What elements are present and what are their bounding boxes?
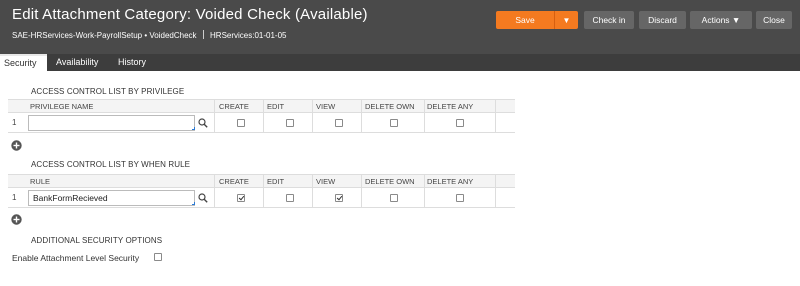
column-header-edit: EDIT bbox=[267, 177, 285, 186]
check-in-button[interactable]: Check in bbox=[584, 11, 634, 29]
column-divider bbox=[424, 100, 425, 112]
edit-checkbox[interactable] bbox=[286, 119, 294, 127]
header-bar: Edit Attachment Category: Voided Check (… bbox=[0, 0, 800, 54]
column-header-delete-own: DELETE OWN bbox=[365, 177, 415, 186]
column-divider bbox=[361, 175, 362, 187]
resize-handle-icon bbox=[192, 202, 195, 205]
row-number: 1 bbox=[12, 193, 17, 202]
column-divider bbox=[495, 188, 496, 208]
column-header-create: CREATE bbox=[219, 177, 249, 186]
tab-bar: Security Availability History bbox=[0, 54, 800, 71]
column-header-privilege-name: PRIVILEGE NAME bbox=[30, 102, 94, 111]
column-divider bbox=[214, 100, 215, 112]
column-divider bbox=[361, 113, 362, 133]
privilege-section-title: ACCESS CONTROL LIST BY PRIVILEGE bbox=[31, 87, 185, 96]
column-header-rule: RULE bbox=[30, 177, 51, 186]
enable-attachment-security-checkbox[interactable] bbox=[154, 253, 162, 261]
column-divider bbox=[361, 100, 362, 112]
delete-any-checkbox[interactable] bbox=[456, 119, 464, 127]
column-header-edit: EDIT bbox=[267, 102, 285, 111]
column-divider bbox=[263, 175, 264, 187]
edit-checkbox[interactable] bbox=[286, 194, 294, 202]
breadcrumb: SAE-HRServices-Work-PayrollSetup • Voide… bbox=[12, 30, 287, 40]
column-divider bbox=[263, 188, 264, 208]
column-header-view: VIEW bbox=[316, 177, 336, 186]
divider bbox=[202, 30, 204, 39]
column-divider bbox=[424, 175, 425, 187]
row-number: 1 bbox=[12, 118, 17, 127]
breadcrumb-separator: • bbox=[144, 31, 148, 40]
column-divider bbox=[495, 113, 496, 133]
actions-menu-button[interactable]: Actions ▼ bbox=[690, 11, 752, 29]
column-header-delete-own: DELETE OWN bbox=[365, 102, 415, 111]
column-divider bbox=[312, 175, 313, 187]
delete-own-checkbox[interactable] bbox=[390, 119, 398, 127]
column-divider bbox=[495, 175, 496, 187]
column-divider bbox=[214, 175, 215, 187]
column-divider bbox=[214, 188, 215, 208]
grid-header: RULE CREATE EDIT VIEW DELETE OWN DELETE … bbox=[8, 174, 515, 187]
discard-button[interactable]: Discard bbox=[639, 11, 686, 29]
view-checkbox[interactable] bbox=[335, 194, 343, 202]
column-divider bbox=[263, 100, 264, 112]
delete-any-checkbox[interactable] bbox=[456, 194, 464, 202]
page-title: Edit Attachment Category: Voided Check (… bbox=[12, 6, 368, 23]
tab-history[interactable]: History bbox=[118, 54, 146, 71]
save-button[interactable]: Save ▼ bbox=[496, 11, 578, 29]
additional-options-title: ADDITIONAL SECURITY OPTIONS bbox=[31, 236, 163, 245]
column-divider bbox=[361, 188, 362, 208]
column-divider bbox=[214, 113, 215, 133]
column-divider bbox=[495, 100, 496, 112]
close-button[interactable]: Close bbox=[756, 11, 792, 29]
when-rule-section-title: ACCESS CONTROL LIST BY WHEN RULE bbox=[31, 160, 191, 169]
column-divider bbox=[312, 100, 313, 112]
rule-name-input[interactable] bbox=[28, 190, 195, 206]
column-divider bbox=[312, 188, 313, 208]
delete-own-checkbox[interactable] bbox=[390, 194, 398, 202]
column-header-view: VIEW bbox=[316, 102, 336, 111]
column-divider bbox=[312, 113, 313, 133]
table-row: 1 bbox=[8, 112, 515, 133]
column-header-delete-any: DELETE ANY bbox=[427, 102, 474, 111]
column-divider bbox=[263, 113, 264, 133]
save-button-label[interactable]: Save bbox=[496, 15, 554, 25]
save-menu-caret-icon[interactable]: ▼ bbox=[555, 16, 578, 25]
class-path: SAE-HRServices-Work-PayrollSetup bbox=[12, 31, 143, 40]
column-divider bbox=[424, 113, 425, 133]
resize-handle-icon bbox=[192, 127, 195, 130]
tab-security[interactable]: Security bbox=[0, 54, 47, 71]
column-header-create: CREATE bbox=[219, 102, 249, 111]
enable-attachment-security-label: Enable Attachment Level Security bbox=[12, 253, 140, 263]
privilege-name-input[interactable] bbox=[28, 115, 195, 131]
create-checkbox[interactable] bbox=[237, 194, 245, 202]
column-header-delete-any: DELETE ANY bbox=[427, 177, 474, 186]
ruleset-version: HRServices:01-01-05 bbox=[210, 31, 287, 40]
grid-header: PRIVILEGE NAME CREATE EDIT VIEW DELETE O… bbox=[8, 99, 515, 112]
column-divider bbox=[424, 188, 425, 208]
search-icon[interactable] bbox=[198, 193, 208, 203]
create-checkbox[interactable] bbox=[237, 119, 245, 127]
tab-availability[interactable]: Availability bbox=[56, 54, 98, 71]
view-checkbox[interactable] bbox=[335, 119, 343, 127]
add-row-icon[interactable] bbox=[11, 140, 22, 151]
search-icon[interactable] bbox=[198, 118, 208, 128]
table-row: 1 bbox=[8, 187, 515, 208]
add-row-icon[interactable] bbox=[11, 214, 22, 225]
record-name: VoidedCheck bbox=[149, 31, 197, 40]
